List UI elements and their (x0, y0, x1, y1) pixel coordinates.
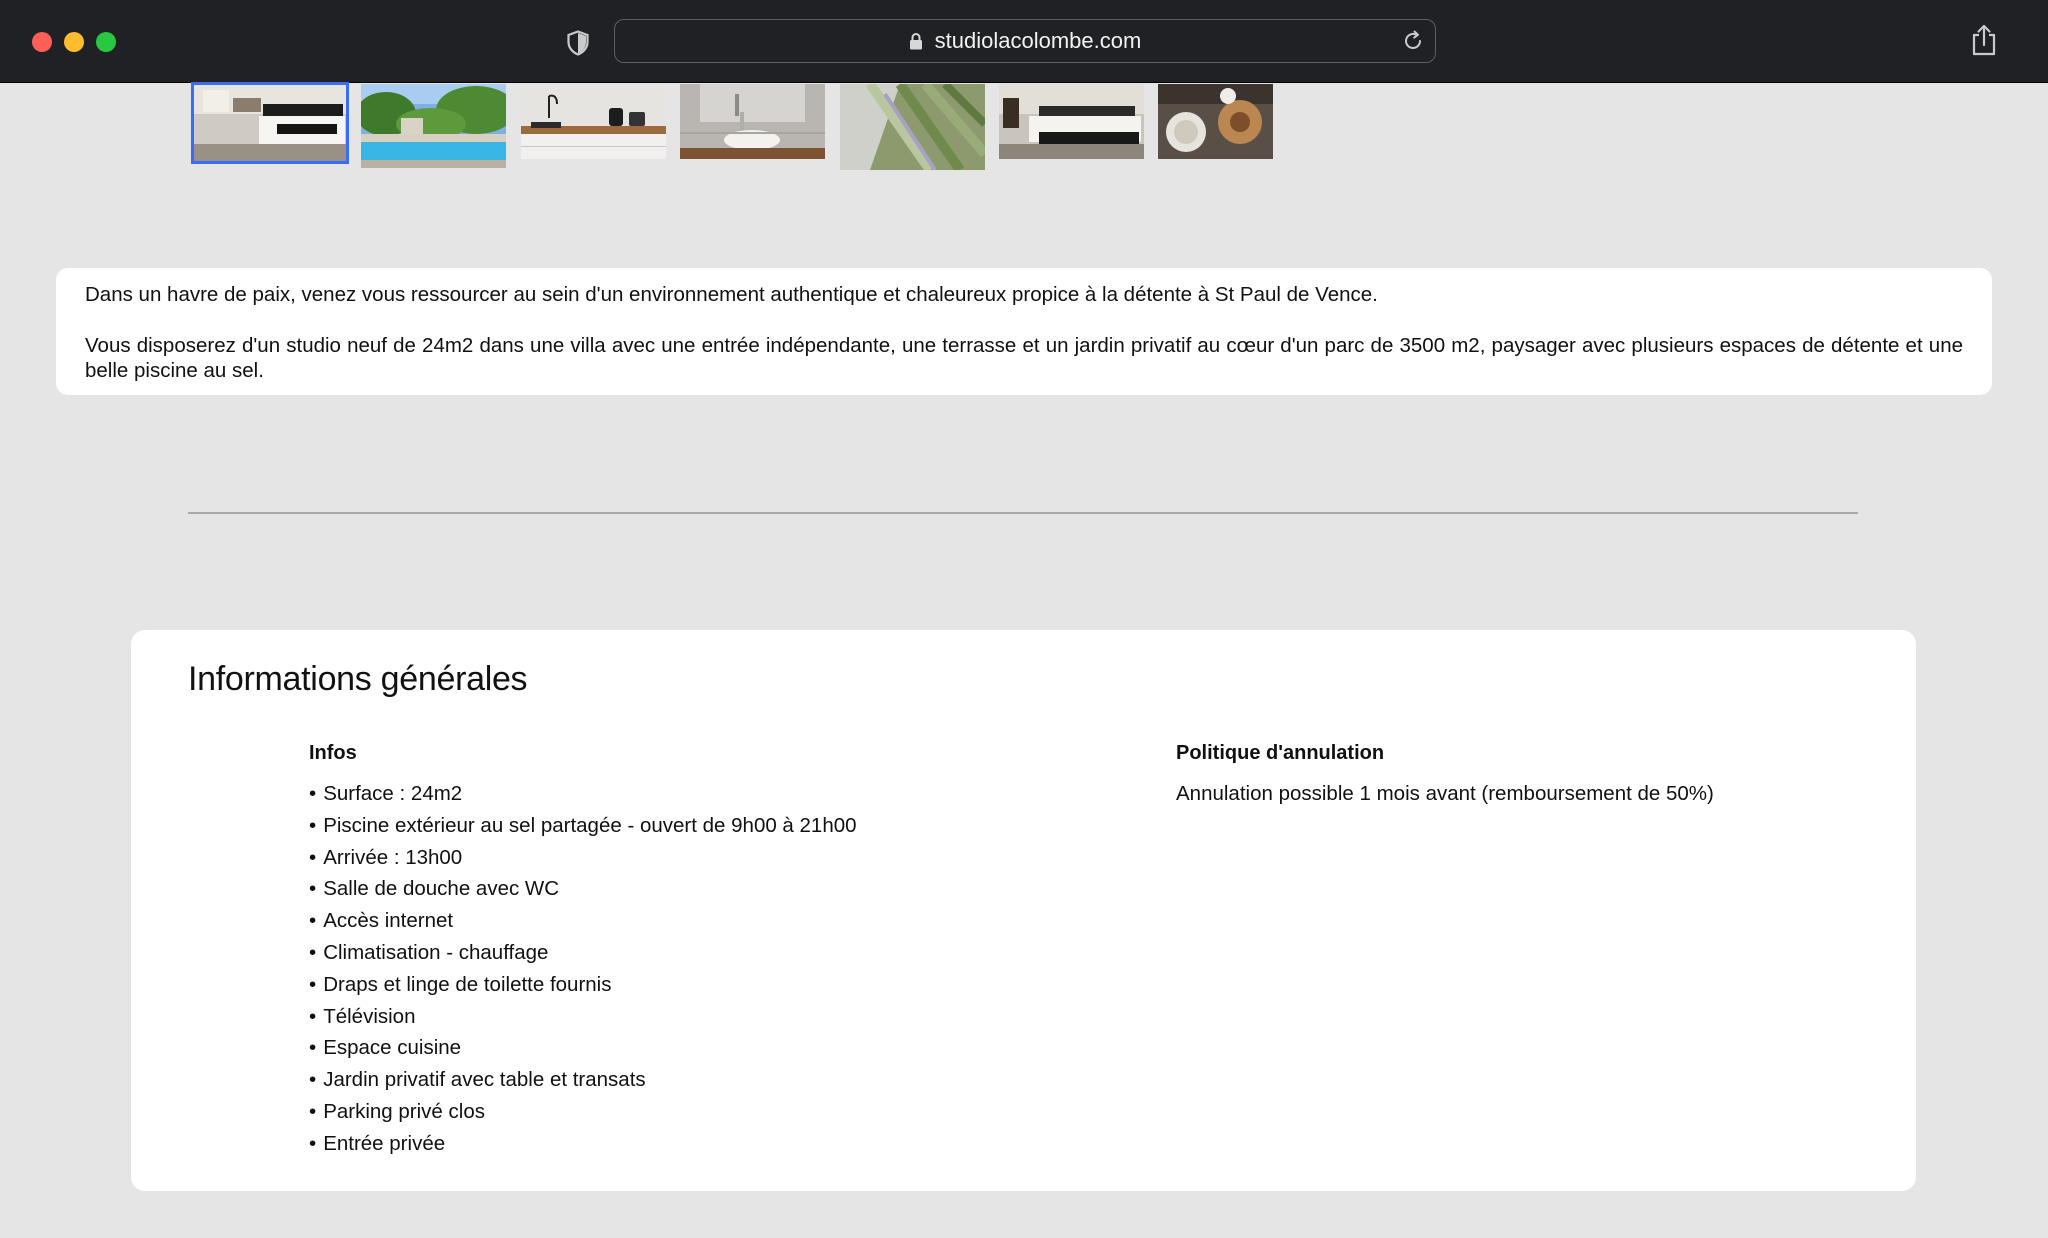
list-item: Surface : 24m2 (309, 778, 857, 810)
browser-toolbar: studiolacolombe.com (0, 0, 2048, 83)
list-item: Parking privé clos (309, 1096, 857, 1128)
list-item: Entrée privée (309, 1128, 857, 1160)
thumbnail-bathroom[interactable] (680, 84, 825, 159)
list-item: Jardin privatif avec table et transats (309, 1064, 857, 1096)
list-item: Accès internet (309, 905, 857, 937)
list-item: Espace cuisine (309, 1032, 857, 1064)
thumbnail-lavender[interactable] (840, 84, 985, 170)
cancellation-policy-heading: Politique d'annulation (1176, 742, 1385, 764)
minimize-window-button[interactable] (64, 32, 84, 52)
list-item: Climatisation - chauffage (309, 937, 857, 969)
address-bar[interactable]: studiolacolombe.com (614, 19, 1436, 63)
thumbnail-bedroom[interactable] (191, 82, 349, 164)
thumbnail-kitchen[interactable] (521, 84, 666, 159)
description-paragraph: Vous disposerez d'un studio neuf de 24m2… (85, 334, 1963, 382)
description-paragraph: Dans un havre de paix, venez vous ressou… (85, 283, 1378, 306)
thumbnail-bedroom-2[interactable] (999, 84, 1144, 159)
privacy-shield-icon[interactable] (566, 30, 590, 56)
reload-icon[interactable] (1401, 29, 1425, 53)
lock-icon (909, 32, 922, 49)
infos-list: Surface : 24m2 Piscine extérieur au sel … (309, 778, 857, 1160)
url-text: studiolacolombe.com (934, 27, 1142, 53)
photo-thumbnail-strip (0, 82, 2048, 174)
list-item: Piscine extérieur au sel partagée - ouve… (309, 810, 856, 842)
share-icon[interactable] (1970, 24, 1998, 56)
section-title: Informations générales (188, 660, 528, 698)
thumbnail-pool[interactable] (361, 84, 506, 168)
list-item: Salle de douche avec WC (309, 873, 857, 905)
cancellation-policy-text: Annulation possible 1 mois avant (rembou… (1176, 782, 1714, 805)
thumbnail-table[interactable] (1158, 84, 1273, 159)
list-item: Arrivée : 13h00 (309, 842, 857, 874)
list-item: Télévision (309, 1001, 857, 1033)
description-card: Dans un havre de paix, venez vous ressou… (56, 268, 1992, 395)
general-info-card: Informations générales Infos Surface : 2… (131, 630, 1916, 1191)
zoom-window-button[interactable] (96, 32, 116, 52)
section-divider (188, 512, 1858, 514)
close-window-button[interactable] (32, 32, 52, 52)
list-item: Draps et linge de toilette fournis (309, 969, 857, 1001)
infos-heading: Infos (309, 742, 357, 764)
